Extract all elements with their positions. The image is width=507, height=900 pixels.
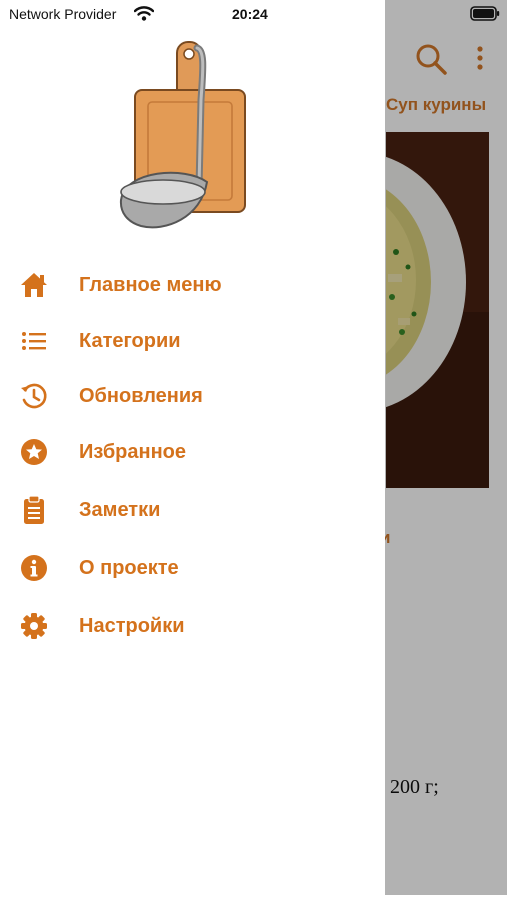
menu-item-label: Настройки xyxy=(79,614,185,637)
menu-item-updates[interactable]: Обновления xyxy=(0,371,385,421)
menu-item-label: Заметки xyxy=(79,498,161,521)
navigation-drawer: Главное меню Категории Обновления Избран… xyxy=(0,0,385,900)
menu-item-label: Главное меню xyxy=(79,273,222,296)
menu-item-main[interactable]: Главное меню xyxy=(0,260,385,310)
home-icon xyxy=(19,270,49,300)
menu-item-favorites[interactable]: Избранное xyxy=(0,427,385,477)
history-icon xyxy=(19,381,49,411)
status-time: 20:24 xyxy=(232,6,268,22)
gear-icon xyxy=(19,611,49,641)
carrier-name: Network Provider xyxy=(9,6,117,22)
ladle-logo-icon xyxy=(119,41,246,229)
menu-item-about[interactable]: О проекте xyxy=(0,543,385,593)
menu-item-label: Категории xyxy=(79,329,181,352)
menu-item-label: О проекте xyxy=(79,556,179,579)
star-icon xyxy=(19,437,49,467)
wifi-icon xyxy=(134,6,154,21)
menu-item-categories[interactable]: Категории xyxy=(0,316,385,366)
menu-item-label: Избранное xyxy=(79,440,187,463)
battery-icon xyxy=(470,6,500,21)
info-icon xyxy=(19,553,49,583)
menu-item-settings[interactable]: Настройки xyxy=(0,601,385,651)
menu-item-notes[interactable]: Заметки xyxy=(0,485,385,535)
clipboard-icon xyxy=(19,495,49,525)
status-bar: Network Provider 20:24 xyxy=(0,0,507,28)
menu-item-label: Обновления xyxy=(79,384,203,407)
list-icon xyxy=(19,326,49,356)
